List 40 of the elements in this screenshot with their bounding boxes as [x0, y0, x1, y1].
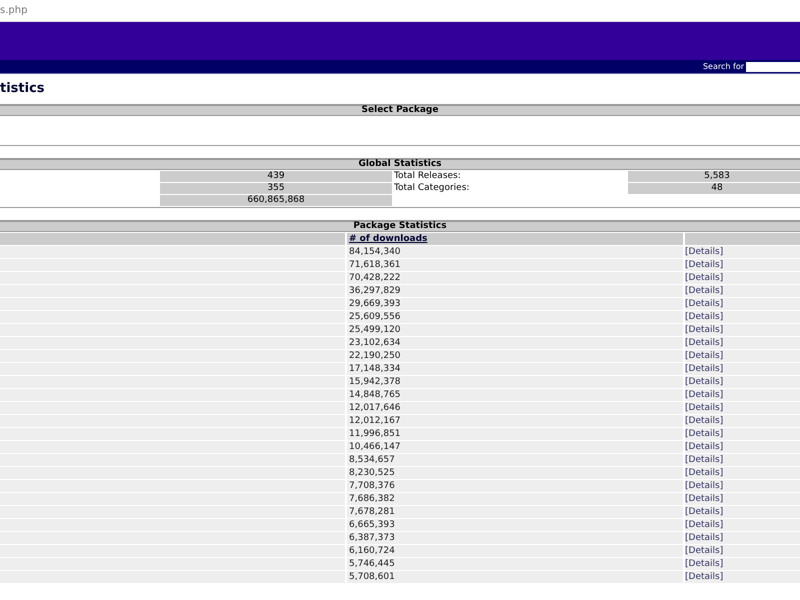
- downloads-cell: 10,466,147: [347, 441, 683, 453]
- downloads-cell: 6,665,393: [347, 519, 683, 531]
- stat-value: 439: [160, 171, 392, 182]
- downloads-cell: 8,534,657: [347, 454, 683, 466]
- section-header: Package Statistics: [0, 220, 800, 232]
- downloads-cell: 7,678,281: [347, 506, 683, 518]
- downloads-cell: 25,499,120: [347, 324, 683, 336]
- downloads-cell: 70,428,222: [347, 272, 683, 284]
- section-header: Select Package: [0, 104, 800, 116]
- downloads-cell: 71,618,361: [347, 259, 683, 271]
- downloads-cell: 14,848,765: [347, 389, 683, 401]
- search-field[interactable]: [746, 62, 800, 72]
- column-header[interactable]: # of downloads: [347, 233, 683, 245]
- stat-value: 48: [628, 183, 800, 194]
- downloads-cell: 17,148,334: [347, 363, 683, 375]
- stat-value: 660,865,868: [160, 195, 392, 206]
- downloads-cell: 11,996,851: [347, 428, 683, 440]
- downloads-cell: 7,708,376: [347, 480, 683, 492]
- downloads-cell: 7,686,382: [347, 493, 683, 505]
- downloads-cell: 5,708,601: [347, 571, 683, 583]
- page-title: tistics: [0, 80, 46, 98]
- stat-value: 355: [160, 183, 392, 194]
- downloads-cell: 12,017,646: [347, 402, 683, 414]
- downloads-cell: 15,942,378: [347, 376, 683, 388]
- stat-value: 5,583: [628, 171, 800, 182]
- downloads-cell: 23,102,634: [347, 337, 683, 349]
- downloads-cell: 6,160,724: [347, 545, 683, 557]
- stat-label: Total Releases:: [394, 171, 462, 182]
- downloads-cell: 5,746,445: [347, 558, 683, 570]
- stat-label: Total Categories:: [394, 183, 470, 194]
- downloads-cell: 22,190,250: [347, 350, 683, 362]
- downloads-cell: 84,154,340: [347, 246, 683, 258]
- search-label: Search for: [702, 60, 744, 72]
- downloads-cell: 36,297,829: [347, 285, 683, 297]
- downloads-cell: 29,669,393: [347, 298, 683, 310]
- downloads-cell: 12,012,167: [347, 415, 683, 427]
- downloads-cell: 25,609,556: [347, 311, 683, 323]
- downloads-cell: 8,230,525: [347, 467, 683, 479]
- downloads-cell: 6,387,373: [347, 532, 683, 544]
- section-header: Global Statistics: [0, 158, 800, 170]
